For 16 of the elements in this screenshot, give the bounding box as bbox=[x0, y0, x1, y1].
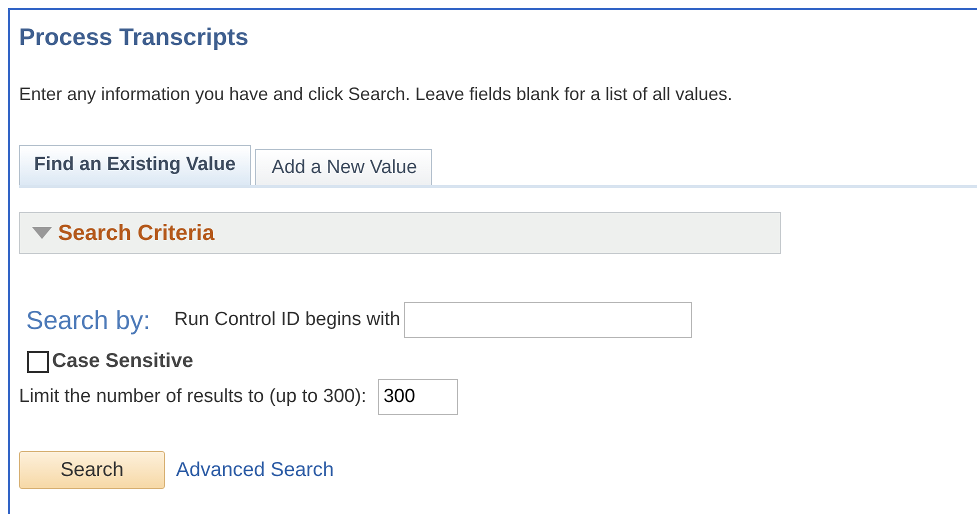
advanced-search-link[interactable]: Advanced Search bbox=[176, 458, 334, 482]
run-control-id-field[interactable] bbox=[404, 302, 692, 338]
section-title: Search Criteria bbox=[58, 220, 215, 246]
field-label: Run Control ID begins with bbox=[174, 309, 400, 331]
case-sensitive-checkbox[interactable] bbox=[27, 350, 49, 372]
instructions-text: Enter any information you have and click Search. Leave fields blank for a list of all values. bbox=[19, 84, 734, 105]
search-by-label: Search by: bbox=[26, 304, 150, 336]
tab[interactable]: Add a New Value bbox=[254, 149, 432, 185]
case-sensitive-label: Case Sensitive bbox=[52, 350, 194, 373]
section-header[interactable]: Search Criteria bbox=[19, 212, 781, 254]
tab[interactable]: Find an Existing Value bbox=[19, 145, 251, 185]
limit-label: Limit the number of results to (up to 300): bbox=[19, 386, 366, 408]
search-button[interactable]: Search bbox=[19, 451, 165, 489]
collapse-triangle-icon[interactable] bbox=[32, 227, 52, 239]
page-title: Process Transcripts bbox=[19, 24, 250, 52]
limit-field[interactable]: 300 bbox=[378, 379, 458, 415]
